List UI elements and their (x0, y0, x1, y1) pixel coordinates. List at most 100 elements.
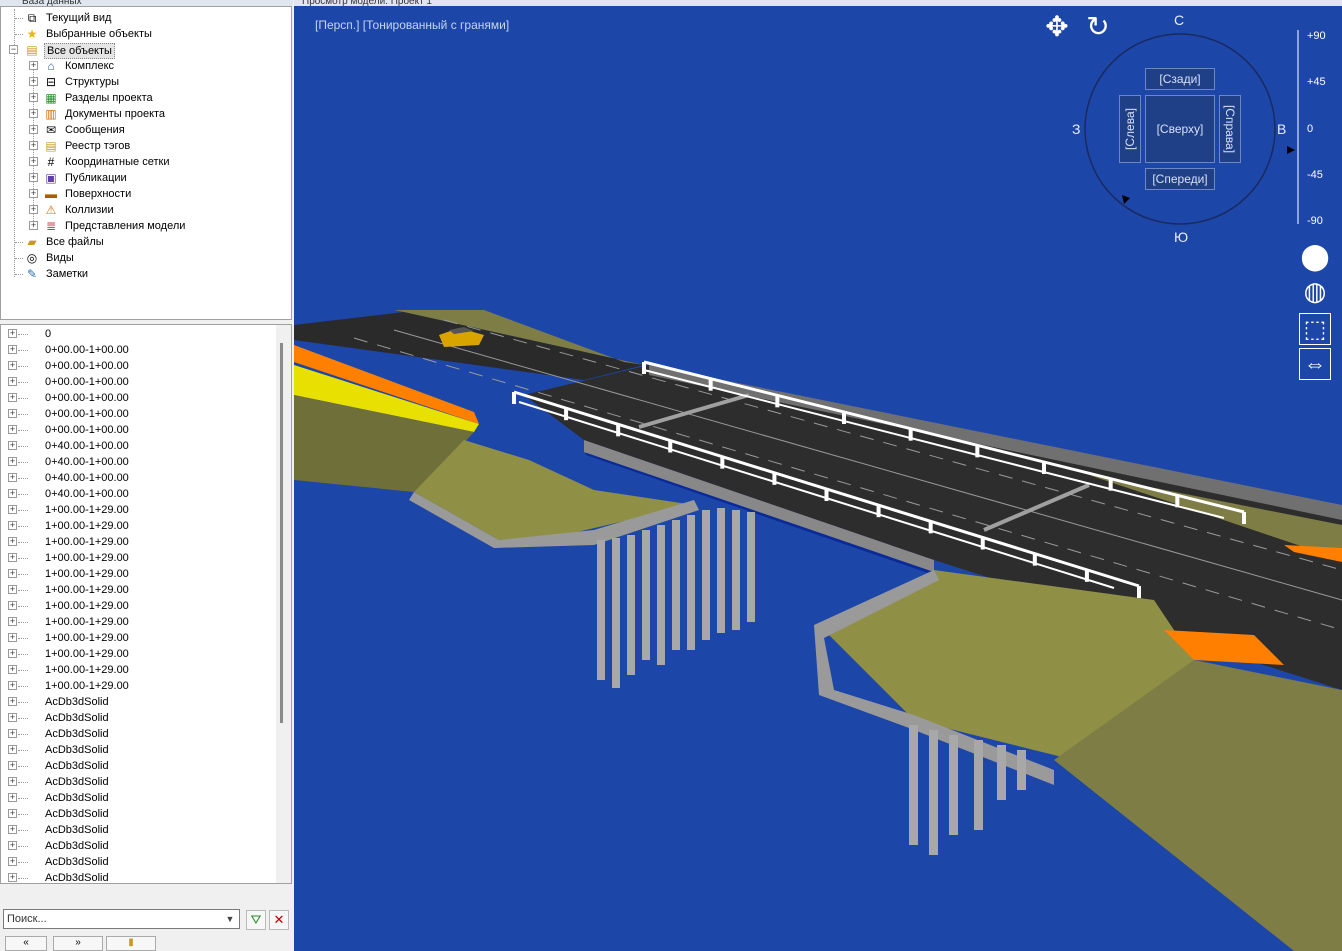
expand-icon[interactable]: + (8, 361, 17, 370)
collapse-icon[interactable]: − (9, 45, 18, 54)
list-scrollbar-thumb[interactable] (280, 343, 283, 723)
list-item[interactable]: +1+00.00-1+29.00 (1, 502, 276, 518)
expand-icon[interactable]: + (8, 713, 17, 722)
expand-icon[interactable]: + (8, 745, 17, 754)
expand-icon[interactable]: + (8, 441, 17, 450)
expand-icon[interactable]: + (8, 601, 17, 610)
list-item[interactable]: +0+00.00-1+00.00 (1, 422, 276, 438)
expand-icon[interactable]: + (8, 425, 17, 434)
tree-item-publications[interactable]: + ▣ Публикации (1, 170, 251, 186)
prev-button[interactable]: « (5, 936, 47, 951)
tree-item-notes[interactable]: ✎ Заметки (1, 266, 201, 282)
list-scrollbar[interactable] (276, 325, 291, 883)
expand-icon[interactable]: + (8, 761, 17, 770)
list-item[interactable]: + AcDb3dSolid (1, 806, 276, 822)
box-view-icon[interactable]: ⬚ (1299, 313, 1331, 345)
measure-icon[interactable]: ⇔ (1299, 348, 1331, 380)
expand-icon[interactable]: + (8, 873, 17, 882)
expand-icon[interactable]: + (29, 61, 38, 70)
list-item[interactable]: +1+00.00-1+29.00 (1, 630, 276, 646)
expand-icon[interactable]: + (8, 857, 17, 866)
list-item[interactable]: + AcDb3dSolid (1, 822, 276, 838)
tree-item-selected-objects[interactable]: ★ Выбранные объекты (1, 26, 201, 42)
location-pin-icon[interactable]: ⬤ (1299, 240, 1331, 272)
viewcube-right[interactable]: [Справа] (1219, 95, 1241, 163)
expand-icon[interactable]: + (8, 649, 17, 658)
expand-icon[interactable]: + (8, 489, 17, 498)
expand-icon[interactable]: + (29, 189, 38, 198)
expand-icon[interactable]: + (8, 585, 17, 594)
list-item[interactable]: +0+00.00-1+00.00 (1, 342, 276, 358)
search-input[interactable]: Поиск... ▼ (3, 909, 240, 929)
list-item[interactable]: + AcDb3dSolid (1, 742, 276, 758)
viewcube-front[interactable]: [Спереди] (1145, 168, 1215, 190)
expand-icon[interactable]: + (8, 473, 17, 482)
list-item[interactable]: +0+40.00-1+00.00 (1, 438, 276, 454)
tree-item-collisions[interactable]: + ⚠ Коллизии (1, 202, 251, 218)
expand-icon[interactable]: + (29, 141, 38, 150)
model-viewport[interactable]: Просмотр модели: Проект 1 [Персп.] [Тони… (294, 0, 1342, 951)
tree-item-project-sections[interactable]: + ▦ Разделы проекта (1, 90, 251, 106)
expand-icon[interactable]: + (8, 697, 17, 706)
list-item[interactable]: +0+00.00-1+00.00 (1, 358, 276, 374)
list-item[interactable]: +1+00.00-1+29.00 (1, 614, 276, 630)
compass-north[interactable]: С (1174, 12, 1184, 28)
viewcube-back[interactable]: [Сзади] (1145, 68, 1215, 90)
expand-icon[interactable]: + (29, 125, 38, 134)
expand-icon[interactable]: + (29, 109, 38, 118)
expand-icon[interactable]: + (8, 377, 17, 386)
list-item[interactable]: + AcDb3dSolid (1, 694, 276, 710)
object-list[interactable]: +0 +0+00.00-1+00.00 +0+00.00-1+00.00 +0+00.… (0, 324, 292, 884)
list-item[interactable]: + AcDb3dSolid (1, 774, 276, 790)
expand-icon[interactable]: + (29, 173, 38, 182)
bookmark-button[interactable]: ▮ (106, 936, 156, 951)
expand-icon[interactable]: + (8, 665, 17, 674)
list-item[interactable]: +0+00.00-1+00.00 (1, 406, 276, 422)
tree-item-all-objects[interactable]: − ▤ Все объекты (1, 42, 201, 59)
compass-west[interactable]: З (1072, 121, 1080, 137)
tree-item-surfaces[interactable]: + ▬ Поверхности (1, 186, 251, 202)
tree-item-complex[interactable]: + ⌂ Комплекс (1, 58, 251, 74)
expand-icon[interactable]: + (29, 77, 38, 86)
compass-east[interactable]: В (1277, 121, 1286, 137)
list-item[interactable]: + AcDb3dSolid (1, 838, 276, 854)
expand-icon[interactable]: + (8, 409, 17, 418)
list-item[interactable]: + AcDb3dSolid (1, 758, 276, 774)
compass-south[interactable]: Ю (1174, 229, 1188, 245)
expand-icon[interactable]: + (8, 393, 17, 402)
expand-icon[interactable]: + (8, 825, 17, 834)
list-item[interactable]: +0+00.00-1+00.00 (1, 374, 276, 390)
expand-icon[interactable]: + (29, 157, 38, 166)
list-item[interactable]: +1+00.00-1+29.00 (1, 678, 276, 694)
list-item[interactable]: + AcDb3dSolid (1, 790, 276, 806)
expand-icon[interactable]: + (8, 617, 17, 626)
list-item[interactable]: +1+00.00-1+29.00 (1, 582, 276, 598)
tree-item-project-documents[interactable]: + ▥ Документы проекта (1, 106, 251, 122)
list-item[interactable]: +0 (1, 326, 276, 342)
list-item[interactable]: +0+40.00-1+00.00 (1, 486, 276, 502)
globe-icon[interactable]: ◍ (1299, 275, 1331, 307)
expand-icon[interactable]: + (29, 205, 38, 214)
expand-icon[interactable]: + (8, 329, 17, 338)
expand-icon[interactable]: + (8, 841, 17, 850)
expand-icon[interactable]: + (8, 521, 17, 530)
list-item[interactable]: +1+00.00-1+29.00 (1, 534, 276, 550)
expand-icon[interactable]: + (8, 777, 17, 786)
expand-icon[interactable]: + (8, 809, 17, 818)
tree-item-coordinate-grids[interactable]: + # Координатные сетки (1, 154, 251, 170)
tree-item-model-views[interactable]: + ≣ Представления модели (1, 218, 251, 234)
tree-item-all-files[interactable]: ▰ Все файлы (1, 234, 201, 250)
expand-icon[interactable]: + (8, 505, 17, 514)
expand-icon[interactable]: + (8, 457, 17, 466)
list-item[interactable]: +1+00.00-1+29.00 (1, 550, 276, 566)
expand-icon[interactable]: + (8, 345, 17, 354)
list-item[interactable]: + AcDb3dSolid (1, 710, 276, 726)
expand-icon[interactable]: + (8, 633, 17, 642)
viewcube-top[interactable]: [Сверху] (1145, 95, 1215, 163)
list-item[interactable]: +0+40.00-1+00.00 (1, 454, 276, 470)
filter-button[interactable]: ⛛ (246, 910, 266, 930)
list-item[interactable]: +1+00.00-1+29.00 (1, 566, 276, 582)
tree-item-current-view[interactable]: ⧉ Текущий вид (1, 10, 201, 26)
list-item[interactable]: +0+40.00-1+00.00 (1, 470, 276, 486)
list-item[interactable]: + AcDb3dSolid (1, 726, 276, 742)
